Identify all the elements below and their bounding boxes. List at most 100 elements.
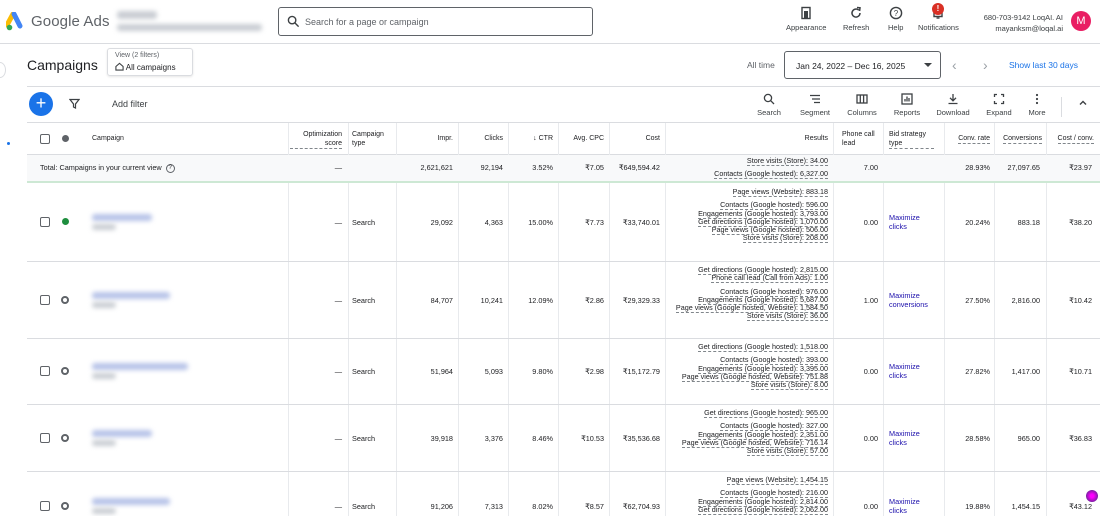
row-bid-strategy[interactable]: Maximize clicks (889, 497, 920, 515)
columns-tool-label: Columns (847, 108, 877, 117)
row-checkbox[interactable] (40, 433, 50, 443)
col-ctr[interactable]: ↓ CTR (513, 134, 553, 143)
col-opt-score[interactable]: Optimization score (290, 130, 342, 149)
col-campaign[interactable]: Campaign (92, 134, 124, 143)
col-avg-cpc[interactable]: Avg. CPC (560, 134, 604, 143)
row-ctr: 15.00% (528, 218, 553, 227)
col-cost-per-conv[interactable]: Cost / conv. (1050, 134, 1094, 144)
google-ads-logo-icon[interactable] (6, 12, 26, 32)
col-results[interactable]: Results (760, 134, 828, 143)
refresh-button[interactable]: Refresh (843, 6, 869, 32)
result-value[interactable]: Store visits (Store): 208.00 (742, 233, 828, 244)
result-value[interactable]: Store visits (Store): 8.00 (750, 380, 828, 391)
result-value[interactable]: Get directions (Google hosted): 2,062.00 (698, 504, 828, 515)
col-conversions[interactable]: Conversions (995, 134, 1042, 144)
row-bid-strategy[interactable]: Maximize clicks (889, 362, 920, 380)
page-title: Campaigns (27, 57, 98, 73)
bid-strategy-line: Maximize (889, 497, 920, 506)
row-campaign-type: Search (352, 434, 376, 443)
expand-tool-button[interactable]: Expand (979, 93, 1019, 117)
view-filters-label: View (2 filters) (115, 52, 160, 59)
row-campaign-type: Search (352, 296, 376, 305)
col-impr[interactable]: Impr. (410, 134, 453, 143)
reports-tool-button[interactable]: Reports (887, 93, 927, 117)
row-ctr: 12.09% (528, 296, 553, 305)
filter-icon[interactable] (69, 98, 80, 109)
help-circle-icon[interactable]: ? (165, 163, 175, 173)
row-bid-strategy[interactable]: Maximize clicks (889, 429, 920, 447)
row-bid-strategy[interactable]: Maximize clicks (889, 213, 920, 231)
row-checkbox[interactable] (40, 501, 50, 511)
add-filter-button[interactable]: Add filter (112, 99, 148, 109)
prev-period-arrow-icon[interactable]: ‹ (952, 57, 957, 73)
date-range-picker[interactable]: Jan 24, 2022 – Dec 16, 2025 (784, 51, 941, 79)
next-period-arrow-icon[interactable]: › (983, 57, 988, 73)
col-clicks[interactable]: Clicks (460, 134, 503, 143)
account-info[interactable]: 680-703-9142 LoqAI. AI mayanksm@loqal.ai (975, 12, 1063, 34)
search-input[interactable]: Search for a page or campaign (278, 7, 593, 36)
assistant-icon[interactable] (1086, 490, 1098, 502)
status-paused-icon[interactable] (61, 434, 69, 442)
result-value[interactable]: Page views (Website): 883.18 (732, 187, 828, 197)
total-cost: ₹649,594.42 (618, 163, 660, 172)
row-fade (88, 339, 208, 403)
col-conv-rate[interactable]: Conv. rate (948, 134, 990, 144)
appearance-label: Appearance (786, 23, 827, 32)
select-all-checkbox[interactable] (40, 134, 50, 144)
row-bid-strategy[interactable]: Maximize conversions (889, 291, 928, 309)
status-paused-icon[interactable] (61, 367, 69, 375)
row-phone-call-lead: 0.00 (863, 502, 878, 511)
appearance-button[interactable]: Appearance (786, 6, 826, 32)
row-cost: ₹15,172.79 (622, 367, 660, 376)
col-bid-strategy[interactable]: Bid strategy type (889, 130, 934, 149)
top-bar: Google Ads Search for a page or campaign… (0, 0, 1100, 44)
row-checkbox[interactable] (40, 217, 50, 227)
row-conv-rate: 19.88% (965, 502, 990, 511)
account-id-redacted (117, 24, 262, 31)
row-conv-rate: 27.50% (965, 296, 990, 305)
bid-strategy-line: Maximize (889, 213, 920, 222)
side-nav-handle[interactable] (0, 62, 6, 78)
result-value[interactable]: Page views (Website): 1,454.15 (726, 475, 828, 485)
result-value[interactable]: Phone call lead (Call from Ads): 1.00 (711, 273, 828, 284)
result-value[interactable]: Store visits (Store): 36.00 (746, 311, 828, 322)
status-paused-icon[interactable] (61, 296, 69, 304)
total-opt: — (334, 163, 342, 172)
row-checkbox[interactable] (40, 366, 50, 376)
reports-icon (901, 93, 913, 105)
col-type[interactable]: Campaign type (352, 130, 392, 148)
more-tool-button[interactable]: More (1017, 93, 1057, 117)
bid-strategy-line: clicks (889, 371, 907, 380)
row-impr: 39,918 (430, 434, 453, 443)
notifications-button[interactable]: ! Notifications (918, 3, 959, 32)
result-value[interactable]: Get directions (Google hosted): 965.00 (704, 408, 828, 418)
col-phone-call-lead[interactable]: Phone call lead (842, 130, 878, 148)
total-impr: 2,621,621 (420, 163, 453, 172)
total-result-2[interactable]: Contacts (Google hosted): 6,327.00 (714, 169, 828, 180)
search-tool-button[interactable]: Search (749, 93, 789, 117)
show-last-30-days-link[interactable]: Show last 30 days (1009, 60, 1078, 70)
add-campaign-button[interactable]: + (29, 92, 53, 116)
help-button[interactable]: ? Help (888, 6, 903, 32)
status-paused-icon[interactable] (61, 502, 69, 510)
total-result-1[interactable]: Store visits (Store): 34.00 (746, 156, 828, 166)
total-result-line: Contacts (Google hosted): 6,327.00 (714, 169, 828, 180)
row-opt-score: — (334, 296, 342, 305)
total-clicks: 92,194 (480, 163, 503, 172)
columns-tool-button[interactable]: Columns (842, 93, 882, 117)
more-vert-icon (1035, 93, 1039, 105)
download-tool-label: Download (936, 108, 970, 117)
chevron-up-icon[interactable] (1078, 98, 1088, 108)
row-campaign-type: Search (352, 218, 376, 227)
status-enabled-icon[interactable] (62, 218, 69, 225)
result-line: Get directions (Google hosted): 965.00 (682, 408, 828, 418)
result-value[interactable]: Get directions (Google hosted): 1,518.00 (698, 342, 828, 352)
col-cost[interactable]: Cost (614, 134, 660, 143)
result-value[interactable]: Store visits (Store): 57.00 (746, 446, 828, 457)
view-selector[interactable]: View (2 filters) All campaigns (107, 48, 193, 76)
segment-tool-button[interactable]: Segment (795, 93, 835, 117)
row-checkbox[interactable] (40, 295, 50, 305)
row-conversions: 965.00 (1017, 434, 1040, 443)
download-tool-button[interactable]: Download (933, 93, 973, 117)
avatar[interactable]: M (1071, 11, 1091, 31)
